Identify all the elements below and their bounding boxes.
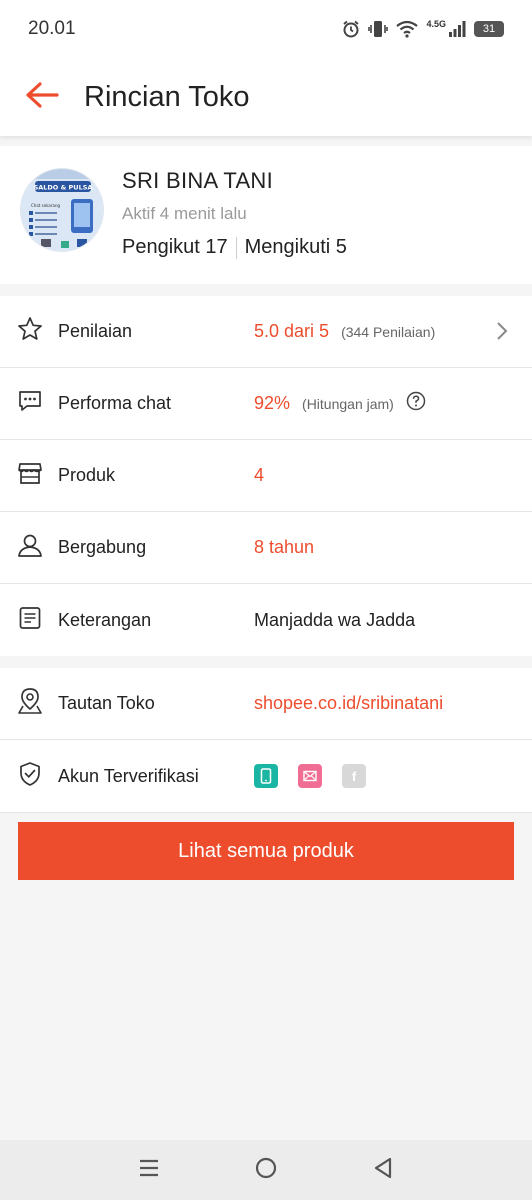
system-nav-bar [0,1140,532,1200]
svg-text:SALDO & PULSA: SALDO & PULSA [34,184,93,192]
home-icon [254,1156,278,1185]
menu-icon [138,1158,160,1183]
rating-value: 5.0 dari 5 [254,321,330,341]
phone-icon [254,764,278,788]
home-button[interactable] [246,1150,286,1190]
help-icon[interactable] [406,391,426,416]
following-count[interactable]: Mengikuti 5 [245,236,347,259]
status-bar: 20.01 4.5G 31 [0,0,532,58]
chat-performance-row: Performa chat 92% (Hitungan jam) [0,368,532,440]
shop-link-label: Tautan Toko [58,693,155,713]
signal-icon [448,21,466,37]
back-nav-button[interactable] [363,1150,403,1190]
view-all-products-button[interactable]: Lihat semua produk [18,822,514,880]
user-icon [17,532,43,563]
shop-link-list: Tautan Toko shopee.co.id/sribinatani Aku… [0,668,532,813]
chevron-right-icon [496,320,508,347]
shop-link-row: Tautan Toko shopee.co.id/sribinatani [0,668,532,740]
chat-icon [17,388,43,419]
email-icon [298,764,322,788]
location-icon [17,687,43,720]
star-icon [17,316,43,347]
shop-avatar[interactable]: SALDO & PULSA Chat sekarang [20,168,104,252]
arrow-left-icon [25,81,59,114]
verified-row: Akun Terverifikasi f [0,740,532,812]
app-header: Rincian Toko [0,58,532,136]
description-value: Manjadda wa Jadda [254,609,416,630]
verified-channels: f [254,764,366,788]
shop-name: SRI BINA TANI [122,168,274,193]
chat-performance-note: (Hitungan jam) [302,395,394,412]
followers-count[interactable]: Pengikut 17 [122,236,228,259]
note-icon [17,605,43,636]
alarm-icon [342,20,360,38]
back-button[interactable] [0,58,84,136]
network-label: 4.5G [426,19,446,29]
status-icons: 4.5G 31 [342,19,504,38]
page-title: Rincian Toko [84,80,250,113]
shop-active-status: Aktif 4 menit lalu [122,204,247,223]
follow-divider [235,236,237,259]
shield-check-icon [18,761,42,792]
menu-button[interactable] [129,1150,169,1190]
products-value: 4 [254,465,265,485]
svg-text:f: f [352,769,357,784]
products-label: Produk [58,465,116,485]
store-icon [17,460,43,491]
status-time: 20.01 [28,18,76,39]
vibrate-icon [368,20,389,38]
shop-info: SRI BINA TANI Aktif 4 menit lalu Pengiku… [122,168,347,259]
shop-profile: SALDO & PULSA Chat sekarang SRI BINA TAN… [0,146,532,284]
battery-icon: 31 [474,21,504,37]
joined-row: Bergabung 8 tahun [0,512,532,584]
svg-text:Chat sekarang: Chat sekarang [31,203,60,208]
rating-row[interactable]: Penilaian 5.0 dari 5 (344 Penilaian) [0,296,532,368]
facebook-icon: f [342,764,366,788]
chat-performance-label: Performa chat [58,393,172,413]
rating-label: Penilaian [58,321,133,341]
follow-stats: Pengikut 17 Mengikuti 5 [122,236,347,259]
shop-link-value[interactable]: shopee.co.id/sribinatani [254,693,443,714]
joined-value: 8 tahun [254,537,315,557]
description-label: Keterangan [58,609,152,630]
chat-performance-value: 92% [254,393,291,413]
verified-label: Akun Terverifikasi [58,765,199,786]
shop-details-list: Penilaian 5.0 dari 5 (344 Penilaian) Per… [0,296,532,656]
back-triangle-icon [372,1156,394,1185]
description-row: Keterangan Manjadda wa Jadda [0,584,532,656]
wifi-icon [396,20,419,38]
joined-label: Bergabung [58,537,147,557]
rating-count: (344 Penilaian) [341,323,436,340]
products-row: Produk 4 [0,440,532,512]
